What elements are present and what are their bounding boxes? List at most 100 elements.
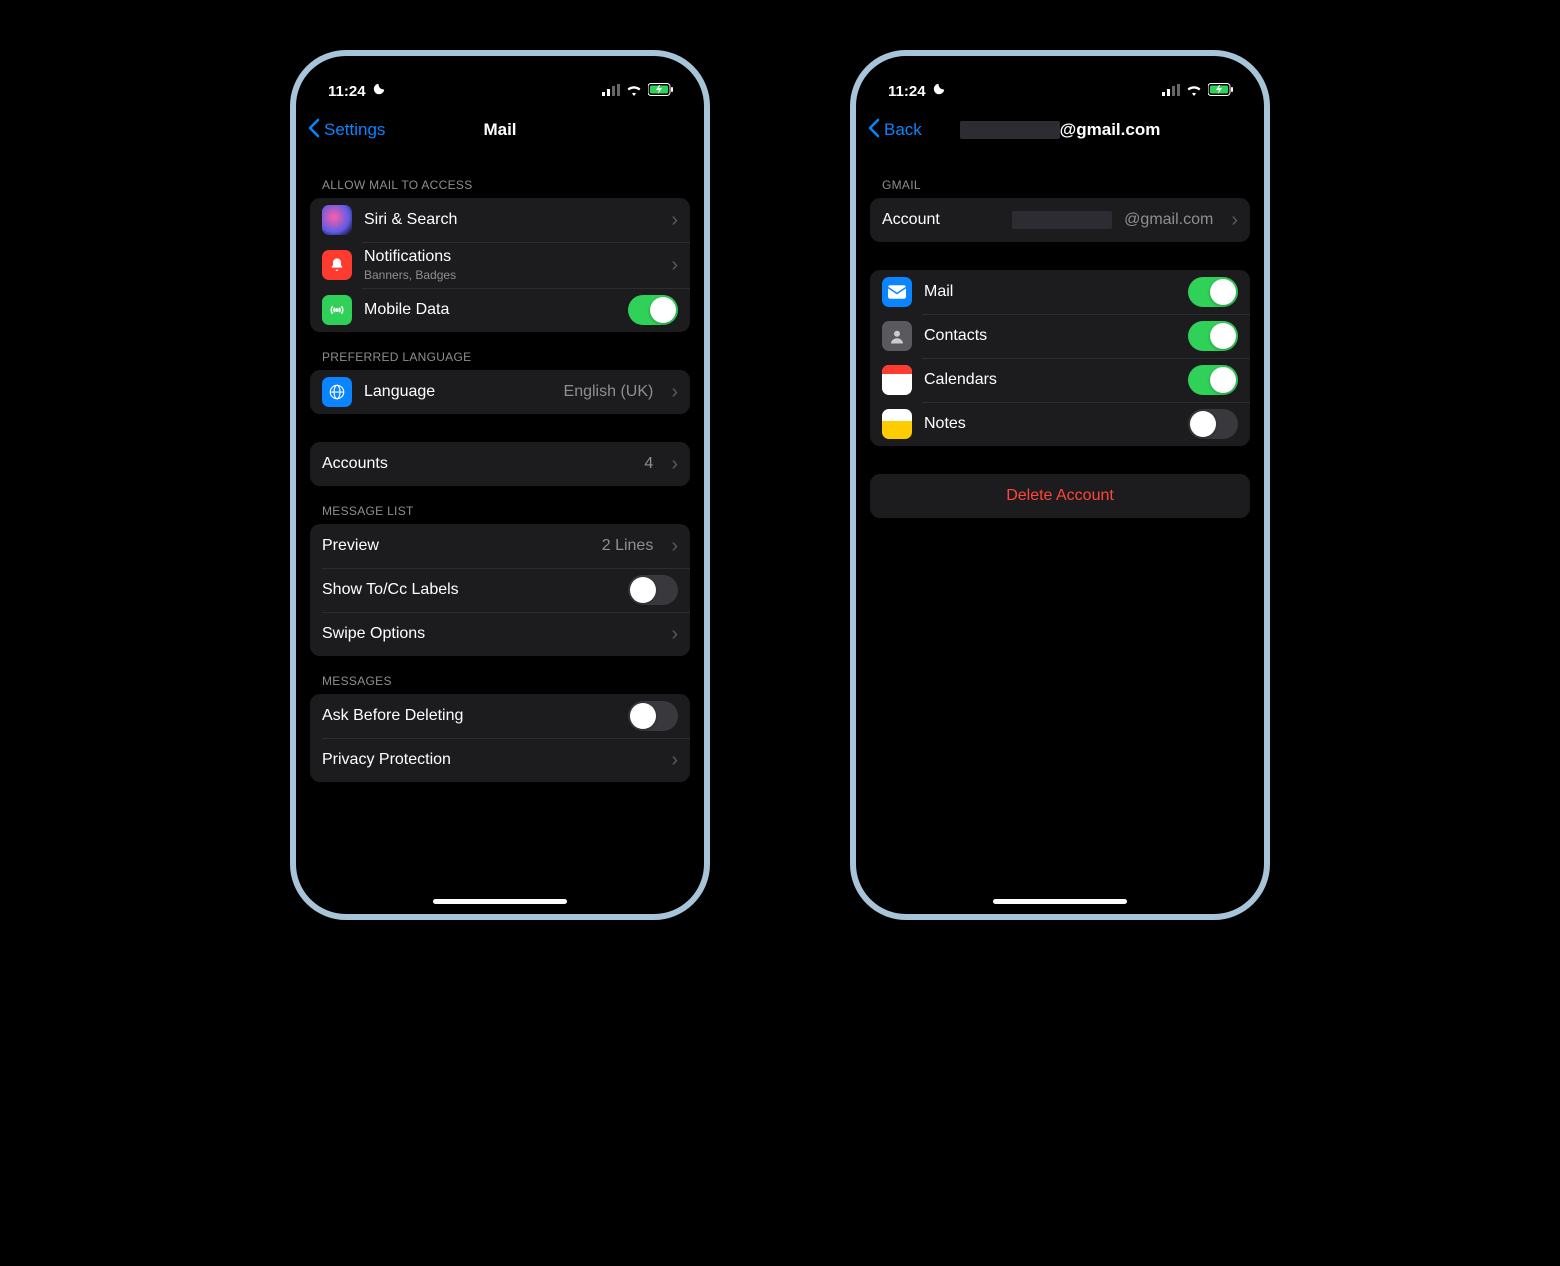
home-indicator[interactable] [433,899,567,904]
group-access: Siri & Search › Notifications Banners, B… [310,198,690,332]
row-preview[interactable]: Preview 2 Lines › [310,524,690,568]
row-show-tocc[interactable]: Show To/Cc Labels [310,568,690,612]
wifi-icon [626,83,642,100]
delete-label: Delete Account [1006,487,1114,505]
row-label: Contacts [924,327,1176,345]
wifi-icon [1186,83,1202,100]
row-label: Show To/Cc Labels [322,581,616,599]
phone-left: 11:24 Settings Mail ALLOW MAIL TO ACCESS [290,50,710,920]
section-header-msglist: MESSAGE LIST [310,486,690,524]
row-label: Notes [924,415,1176,433]
back-button[interactable]: Settings [308,118,385,143]
row-label: Mail [924,283,1176,301]
redacted-text [1012,211,1112,229]
chevron-right-icon: › [671,535,678,558]
toggle-mobile-data[interactable] [628,295,678,325]
row-ask-before-deleting[interactable]: Ask Before Deleting [310,694,690,738]
row-label: Privacy Protection [322,751,653,769]
row-label: Preview [322,537,590,555]
row-contacts-service[interactable]: Contacts [870,314,1250,358]
row-detail: 4 [644,455,653,473]
row-label: Siri & Search [364,211,653,229]
cellular-icon [602,83,620,100]
group-services: Mail Contacts Calendars Notes [870,270,1250,446]
chevron-right-icon: › [1231,209,1238,232]
status-time: 11:24 [328,83,366,100]
toggle-notes[interactable] [1188,409,1238,439]
chevron-right-icon: › [671,254,678,277]
section-header-access: ALLOW MAIL TO ACCESS [310,160,690,198]
back-label: Back [884,120,922,140]
battery-icon [648,83,674,100]
section-header-language: PREFERRED LANGUAGE [310,332,690,370]
back-button[interactable]: Back [868,118,922,143]
row-mail-service[interactable]: Mail [870,270,1250,314]
screen-left: 11:24 Settings Mail ALLOW MAIL TO ACCESS [298,58,702,912]
phone-right: 11:24 Back @gmail.com GMAIL [850,50,1270,920]
row-accounts[interactable]: Accounts 4 › [310,442,690,486]
row-siri-search[interactable]: Siri & Search › [310,198,690,242]
row-label: Notifications [364,248,653,266]
chevron-right-icon: › [671,749,678,772]
mail-icon [882,277,912,307]
title-suffix: @gmail.com [1060,120,1161,140]
content-area[interactable]: ALLOW MAIL TO ACCESS Siri & Search › Not… [298,152,702,884]
delete-account-button[interactable]: Delete Account [870,474,1250,518]
nav-bar: Settings Mail [298,108,702,152]
toggle-show-tocc[interactable] [628,575,678,605]
chevron-right-icon: › [671,623,678,646]
cellular-icon [1162,83,1180,100]
row-detail: English (UK) [564,383,654,401]
row-label: Accounts [322,455,632,473]
home-indicator[interactable] [993,899,1127,904]
dnd-icon [932,82,946,100]
group-delete: Delete Account [870,474,1250,518]
row-mobile-data[interactable]: Mobile Data [310,288,690,332]
row-label: Mobile Data [364,301,616,319]
row-account[interactable]: Account @gmail.com › [870,198,1250,242]
antenna-icon [322,295,352,325]
group-language: Language English (UK) › [310,370,690,414]
chevron-left-icon [868,118,880,143]
status-bar: 11:24 [858,70,1262,108]
chevron-left-icon [308,118,320,143]
row-notifications[interactable]: Notifications Banners, Badges › [310,242,690,288]
dnd-icon [372,82,386,100]
toggle-contacts[interactable] [1188,321,1238,351]
group-accounts: Accounts 4 › [310,442,690,486]
section-header-messages: MESSAGES [310,656,690,694]
row-label: Account [882,211,940,229]
status-bar: 11:24 [298,70,702,108]
row-calendars-service[interactable]: Calendars [870,358,1250,402]
row-language[interactable]: Language English (UK) › [310,370,690,414]
page-title: Mail [483,120,516,140]
back-label: Settings [324,120,385,140]
row-label: Swipe Options [322,625,653,643]
page-title: @gmail.com [960,120,1161,140]
redacted-text [960,121,1060,139]
row-privacy-protection[interactable]: Privacy Protection › [310,738,690,782]
siri-icon [322,205,352,235]
row-sublabel: Banners, Badges [364,268,653,282]
status-time: 11:24 [888,83,926,100]
row-label: Ask Before Deleting [322,707,616,725]
battery-icon [1208,83,1234,100]
chevron-right-icon: › [671,209,678,232]
notifications-icon [322,250,352,280]
toggle-calendars[interactable] [1188,365,1238,395]
section-header-gmail: GMAIL [870,160,1250,198]
content-area[interactable]: GMAIL Account @gmail.com › Mail [858,152,1262,884]
nav-bar: Back @gmail.com [858,108,1262,152]
row-notes-service[interactable]: Notes [870,402,1250,446]
chevron-right-icon: › [671,453,678,476]
toggle-mail[interactable] [1188,277,1238,307]
row-detail: 2 Lines [602,537,654,555]
row-swipe-options[interactable]: Swipe Options › [310,612,690,656]
row-label: Language [364,383,552,401]
group-account: Account @gmail.com › [870,198,1250,242]
notes-icon [882,409,912,439]
row-label: Calendars [924,371,1176,389]
contacts-icon [882,321,912,351]
account-suffix: @gmail.com [1124,211,1213,229]
toggle-ask-before-deleting[interactable] [628,701,678,731]
